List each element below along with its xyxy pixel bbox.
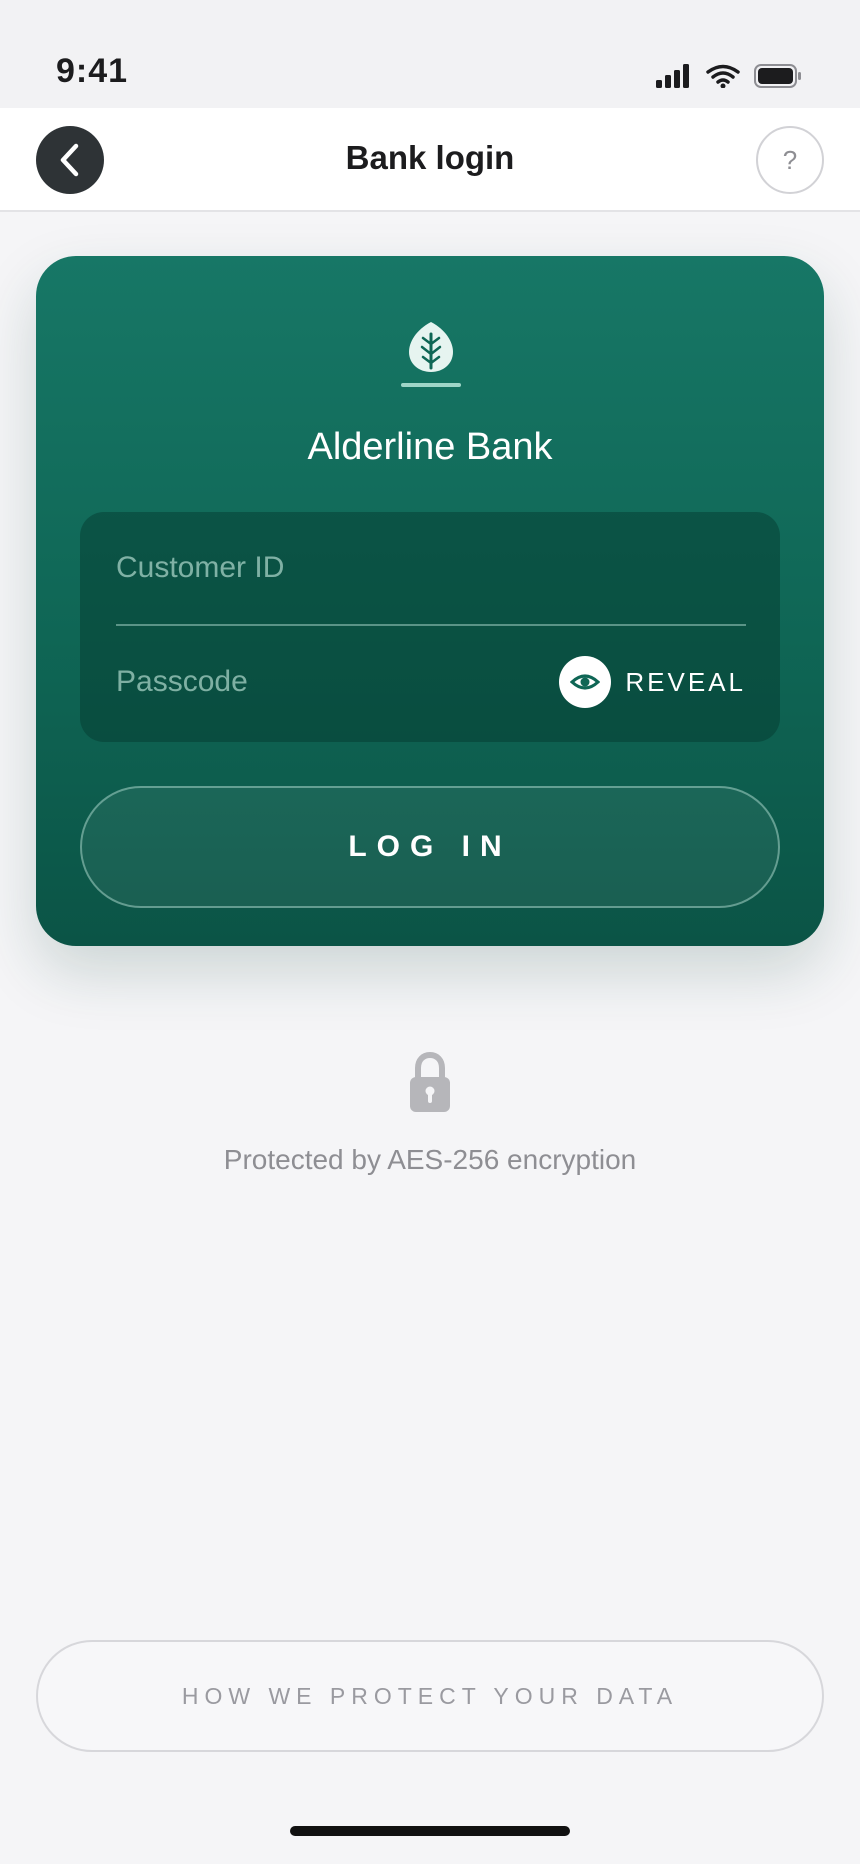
lock-icon: [410, 1052, 450, 1112]
wifi-icon: [706, 64, 740, 88]
passcode-field-row: REVEAL: [116, 626, 746, 738]
customer-id-field-row: [116, 512, 746, 626]
reveal-icon-wrapper: [559, 656, 612, 708]
page-title: Bank login: [345, 139, 515, 176]
reveal-passcode-button[interactable]: REVEAL: [559, 656, 746, 708]
status-bar: 9:41: [0, 0, 860, 108]
customer-id-input[interactable]: [116, 512, 746, 624]
status-time: 9:41: [56, 52, 129, 90]
signal-icon: [656, 64, 689, 88]
nav-bar: Bank login ?: [0, 108, 860, 212]
encryption-note: Protected by AES-256 encryption: [223, 1144, 637, 1175]
help-button[interactable]: ?: [756, 126, 824, 194]
reveal-label: REVEAL: [625, 666, 746, 697]
leaf-logo-icon: [401, 322, 461, 387]
eye-icon: [570, 674, 601, 690]
status-icons: [656, 64, 802, 88]
how-we-protect-data-button[interactable]: HOW WE PROTECT YOUR DATA: [36, 1640, 824, 1752]
credentials-fields: REVEAL: [80, 512, 780, 742]
brand-name: Alderline Bank: [307, 426, 553, 468]
home-indicator: [290, 1826, 570, 1836]
question-mark-icon: ?: [782, 144, 798, 175]
login-button[interactable]: LOG IN: [80, 786, 780, 908]
battery-icon: [754, 64, 801, 88]
login-card: Alderline Bank REVEAL LOG IN: [36, 256, 824, 946]
